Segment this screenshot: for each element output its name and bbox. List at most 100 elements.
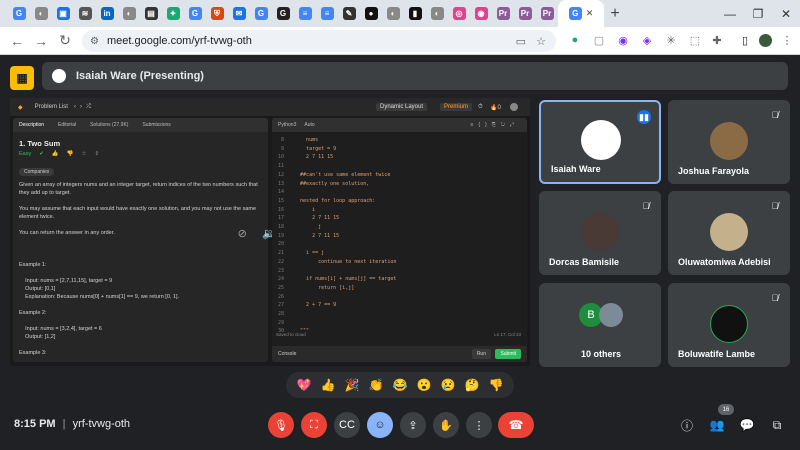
reactions-button[interactable]: ☺ bbox=[367, 412, 393, 438]
people-icon[interactable]: 👥 bbox=[708, 416, 726, 434]
auto-toggle[interactable]: Auto bbox=[304, 122, 314, 128]
camera-icon[interactable]: ▭ bbox=[516, 35, 526, 48]
site-info-icon[interactable]: ⚙ bbox=[90, 36, 99, 47]
dynamic-layout-button[interactable]: Dynamic Layout bbox=[376, 103, 428, 111]
submit-button[interactable]: Submit bbox=[495, 349, 521, 359]
participant-tile-oluwatomiwa[interactable]: 🎙̸ Oluwatomiwa Adebisi bbox=[668, 191, 790, 275]
reaction-emoji[interactable]: 🎉 bbox=[345, 378, 360, 392]
browser-tab[interactable]: Pr bbox=[514, 0, 536, 27]
reaction-emoji[interactable]: 👍 bbox=[321, 378, 336, 392]
participant-tile-others[interactable]: B 10 others bbox=[539, 283, 661, 367]
grammarly-extension-icon[interactable]: ● bbox=[566, 30, 584, 50]
browser-tab[interactable]: ◐ bbox=[118, 0, 140, 27]
browser-tab[interactable]: ≡ bbox=[294, 0, 316, 27]
activities-icon[interactable]: ⧉ bbox=[768, 416, 786, 434]
more-options-button[interactable]: ⋮ bbox=[466, 412, 492, 438]
browser-tab[interactable]: ✎ bbox=[338, 0, 360, 27]
browser-tab[interactable]: G bbox=[272, 0, 294, 27]
browser-tab[interactable]: ◎ bbox=[448, 0, 470, 27]
next-icon[interactable]: › bbox=[80, 104, 82, 110]
reload-button[interactable]: ↻ bbox=[54, 30, 76, 52]
streak-icon[interactable]: 🔥0 bbox=[490, 104, 501, 111]
editor-action-icons[interactable]: ≡{}⎘↻⤢ bbox=[471, 122, 519, 128]
companies-tag[interactable]: Companies bbox=[19, 168, 55, 176]
participant-tile-dorcas[interactable]: 🎙̸ Dorcas Bamisile bbox=[539, 191, 661, 275]
chat-icon[interactable]: 💬 bbox=[738, 416, 756, 434]
extensions-puzzle-icon[interactable]: ✚ bbox=[708, 30, 726, 50]
meeting-info-icon[interactable]: ⓘ bbox=[678, 416, 696, 434]
browser-tab[interactable]: ◉ bbox=[470, 0, 492, 27]
browser-tab[interactable]: in bbox=[96, 0, 118, 27]
extension-icon[interactable]: ◉ bbox=[614, 30, 632, 50]
language-select[interactable]: Python3 bbox=[278, 122, 296, 128]
browser-tab[interactable]: Pr bbox=[492, 0, 514, 27]
browser-tab[interactable]: ≡ bbox=[316, 0, 338, 27]
browser-tab[interactable]: G bbox=[8, 0, 30, 27]
close-window-button[interactable]: ✕ bbox=[772, 0, 800, 27]
close-tab-icon[interactable]: ✕ bbox=[586, 8, 594, 19]
raise-hand-button[interactable]: ✋ bbox=[433, 412, 459, 438]
like-icon[interactable]: 👍 bbox=[52, 151, 59, 157]
reaction-emoji[interactable]: 😢 bbox=[441, 378, 456, 392]
reaction-emoji[interactable]: 😂 bbox=[393, 378, 408, 392]
favorite-icon[interactable]: ☆ bbox=[82, 151, 87, 157]
present-screen-button[interactable]: ⇪ bbox=[400, 412, 426, 438]
browser-tab[interactable]: ◐ bbox=[426, 0, 448, 27]
user-avatar[interactable] bbox=[510, 103, 518, 111]
pin-icon[interactable]: ⊘ bbox=[238, 227, 247, 240]
participant-tile-boluwatife[interactable]: 🎙̸ Boluwatife Lambe bbox=[668, 283, 790, 367]
camera-off-button[interactable]: ⛶ bbox=[301, 412, 327, 438]
bookmark-star-icon[interactable]: ☆ bbox=[536, 35, 546, 48]
tab-description[interactable]: Description bbox=[19, 122, 44, 128]
url-field[interactable]: ⚙ meet.google.com/yrf-tvwg-oth ▭ ☆ bbox=[82, 30, 556, 52]
browser-tab[interactable]: ◐ bbox=[30, 0, 52, 27]
extension-icon[interactable]: ◈ bbox=[638, 30, 656, 50]
tab-solutions[interactable]: Solutions (27.9K) bbox=[90, 122, 128, 128]
minimize-button[interactable]: — bbox=[716, 0, 744, 27]
browser-tab[interactable]: Pr bbox=[536, 0, 558, 27]
participant-tile-isaiah[interactable]: ▮▮ Isaiah Ware bbox=[539, 100, 661, 184]
profile-avatar[interactable] bbox=[756, 30, 774, 50]
prev-icon[interactable]: ‹ bbox=[74, 104, 76, 110]
console-toggle[interactable]: Console bbox=[278, 351, 296, 357]
premium-button[interactable]: Premium bbox=[440, 103, 473, 111]
presenting-icon[interactable]: ▦ bbox=[10, 66, 34, 90]
browser-tab[interactable]: ● bbox=[360, 0, 382, 27]
browser-tab[interactable]: ✉ bbox=[228, 0, 250, 27]
participant-tile-joshua[interactable]: 🎙̸ Joshua Farayola bbox=[668, 100, 790, 184]
mic-off-button[interactable]: 🎙 bbox=[268, 412, 294, 438]
extension-icon[interactable]: ⬚ bbox=[686, 30, 704, 50]
problem-list-link[interactable]: Problem List bbox=[35, 104, 68, 110]
browser-tab[interactable]: G bbox=[250, 0, 272, 27]
side-panel-icon[interactable]: ▯ bbox=[736, 30, 754, 50]
code-area[interactable]: 8 nums 9 target = 9 10 2 7 11 15 11 12 ##can… bbox=[272, 132, 527, 336]
browser-tab[interactable]: ≋ bbox=[74, 0, 96, 27]
reaction-emoji[interactable]: 😮 bbox=[417, 378, 432, 392]
reaction-emoji[interactable]: 👏 bbox=[369, 378, 384, 392]
browser-tab[interactable]: G bbox=[184, 0, 206, 27]
reaction-emoji[interactable]: 🤔 bbox=[465, 378, 480, 392]
shuffle-icon[interactable]: ⤮ bbox=[86, 104, 91, 111]
extension-icon[interactable]: ✳ bbox=[662, 30, 680, 50]
back-button[interactable]: ← bbox=[6, 30, 28, 52]
browser-tab[interactable]: ◐ bbox=[382, 0, 404, 27]
browser-tab-active[interactable]: G ✕ bbox=[558, 0, 604, 27]
end-call-button[interactable]: ☎ bbox=[498, 412, 534, 438]
menu-icon[interactable]: ⋮ bbox=[778, 30, 796, 50]
browser-tab[interactable]: ✦ bbox=[162, 0, 184, 27]
browser-tab[interactable]: ⛨ bbox=[206, 0, 228, 27]
tab-submissions[interactable]: Submissions bbox=[142, 122, 170, 128]
reaction-emoji[interactable]: 💖 bbox=[297, 378, 312, 392]
run-button[interactable]: Run bbox=[471, 349, 491, 359]
captions-button[interactable]: CC bbox=[334, 412, 360, 438]
share-icon[interactable]: ⇪ bbox=[95, 151, 100, 157]
extension-icon[interactable]: ▢ bbox=[590, 30, 608, 50]
browser-tab[interactable]: ▮ bbox=[404, 0, 426, 27]
forward-button[interactable]: → bbox=[30, 30, 52, 52]
maximize-button[interactable]: ❐ bbox=[744, 0, 772, 27]
timer-icon[interactable]: ⏱ bbox=[478, 104, 483, 111]
browser-tab[interactable]: ▣ bbox=[52, 0, 74, 27]
dislike-icon[interactable]: 👎 bbox=[67, 151, 74, 157]
tab-editorial[interactable]: Editorial bbox=[58, 122, 76, 128]
new-tab-button[interactable]: + bbox=[604, 3, 626, 25]
